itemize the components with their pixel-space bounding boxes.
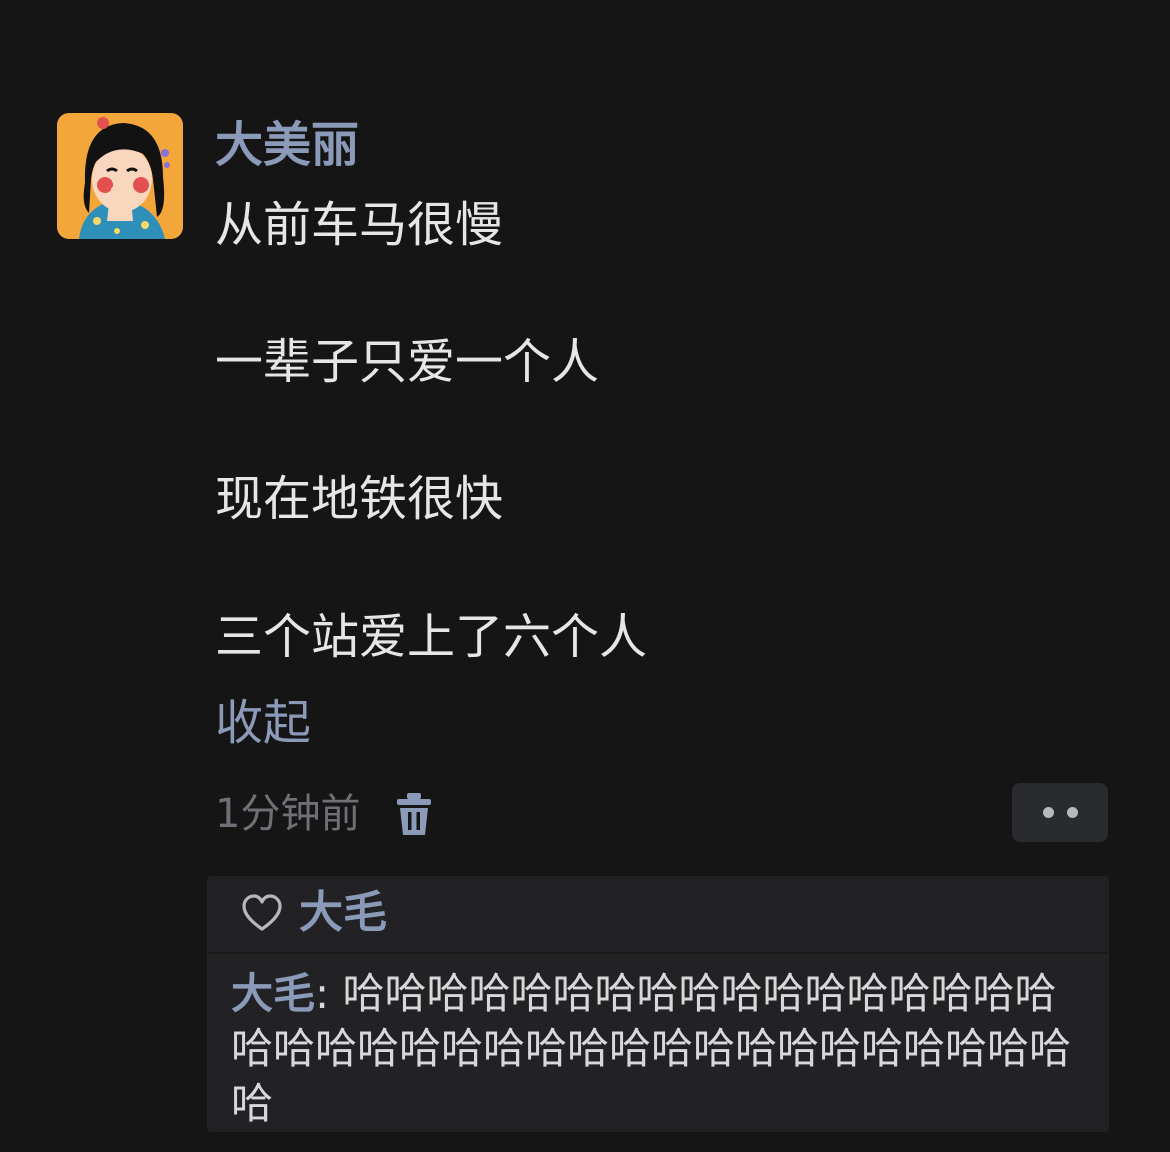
avatar-illustration [57, 113, 183, 239]
comment-item[interactable]: 大毛: 哈哈哈哈哈哈哈哈哈哈哈哈哈哈哈哈哈哈哈哈哈哈哈哈哈哈哈哈哈哈哈哈哈哈哈哈… [231, 966, 1091, 1131]
post-text-line-4: 三个站爱上了六个人 [215, 609, 648, 665]
likes-row: 大毛 [207, 876, 1109, 954]
more-options-button[interactable] [1012, 783, 1108, 842]
comment-separator: : [315, 969, 343, 1018]
post-text-line-2: 一辈子只爱一个人 [215, 334, 600, 390]
feedback-panel: 大毛 大毛: 哈哈哈哈哈哈哈哈哈哈哈哈哈哈哈哈哈哈哈哈哈哈哈哈哈哈哈哈哈哈哈哈哈… [207, 876, 1109, 1132]
comment-text: 哈哈哈哈哈哈哈哈哈哈哈哈哈哈哈哈哈哈哈哈哈哈哈哈哈哈哈哈哈哈哈哈哈哈哈哈哈哈 [231, 969, 1072, 1128]
collapse-link[interactable]: 收起 [215, 690, 311, 756]
comment-author[interactable]: 大毛 [231, 969, 315, 1018]
post-author-name[interactable]: 大美丽 [215, 112, 359, 178]
post-text-line-3: 现在地铁很快 [215, 471, 504, 527]
author-avatar[interactable] [57, 113, 183, 239]
liker-name[interactable]: 大毛 [299, 882, 387, 944]
trash-icon[interactable] [395, 791, 433, 837]
post-timestamp: 1分钟前 [215, 791, 361, 837]
heart-outline-icon[interactable] [241, 893, 283, 933]
more-dot-icon [1067, 807, 1078, 818]
more-dot-icon [1043, 807, 1054, 818]
post-text-line-1: 从前车马很慢 [215, 197, 504, 253]
